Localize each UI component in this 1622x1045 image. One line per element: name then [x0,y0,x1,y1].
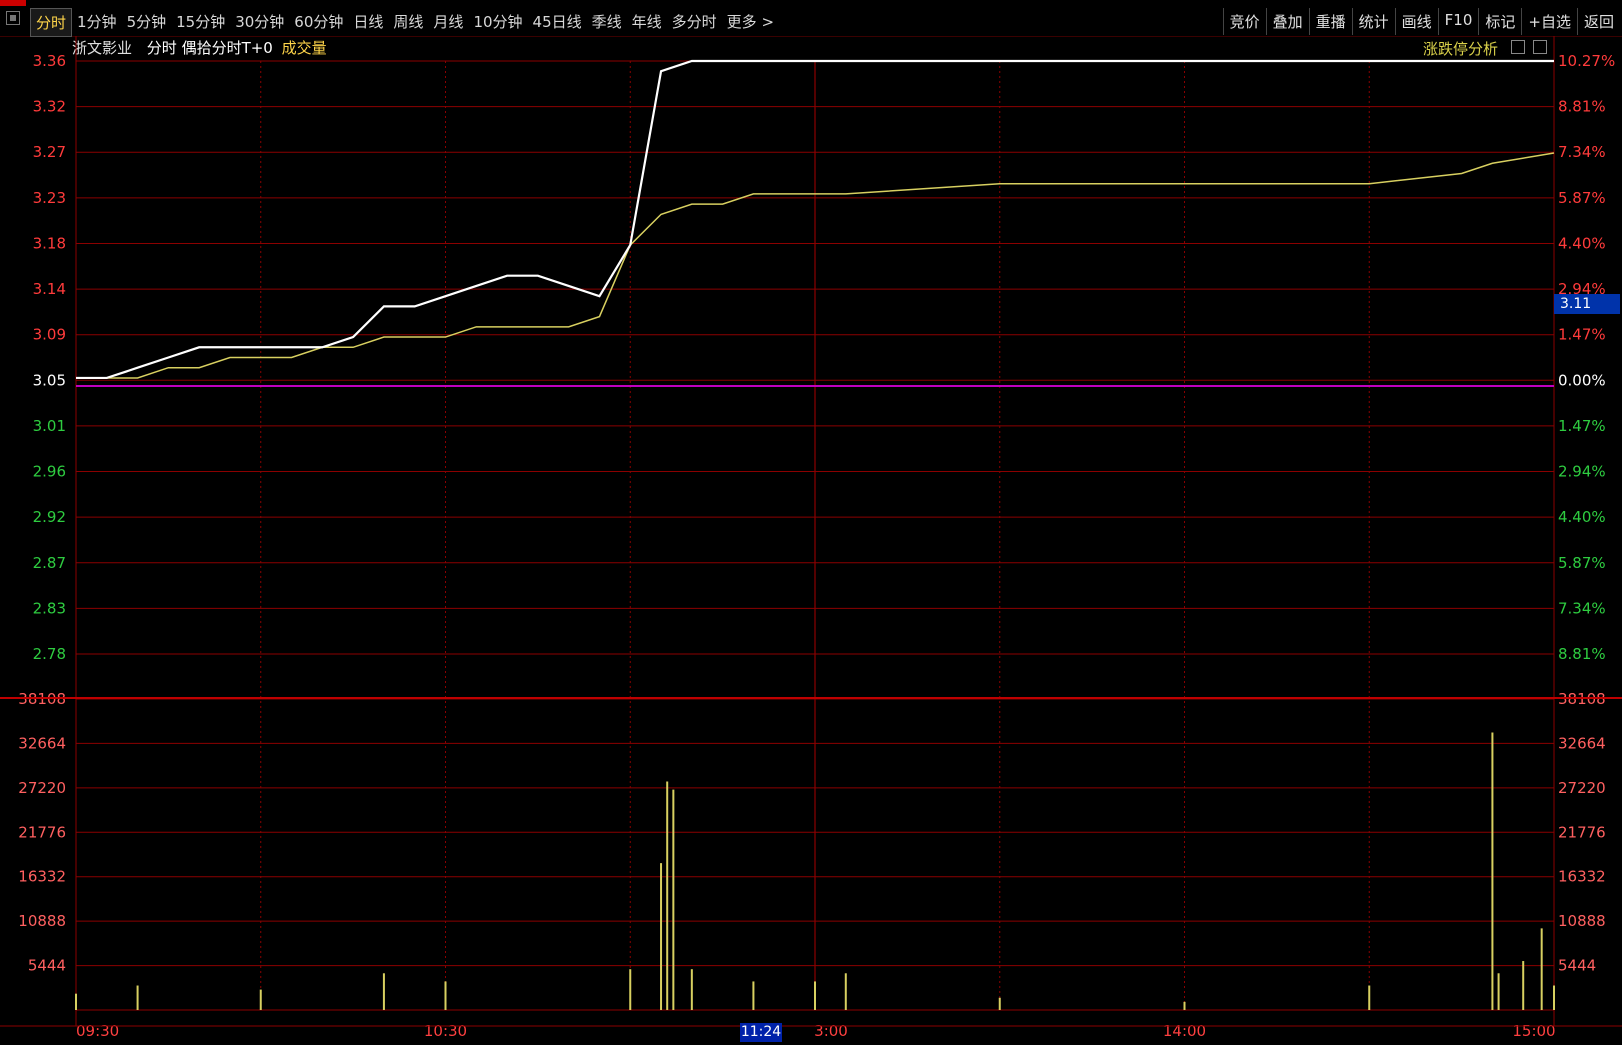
tab-yearly[interactable]: 年线 [627,8,667,37]
tab-60min[interactable]: 60分钟 [289,8,348,37]
pct-tick-label: 4.40% [1558,234,1606,252]
top-toolbar: 分时 1分钟 5分钟 15分钟 30分钟 60分钟 日线 周线 月线 10分钟 … [0,0,1622,37]
overlay-button[interactable]: 叠加 [1265,8,1309,35]
f10-button[interactable]: F10 [1437,8,1479,35]
back-button[interactable]: 返回 [1576,8,1620,35]
intraday-chart[interactable]: 3.36 10.27% 3.32 8.81% 3.27 7.34% 3.23 5.87% 3.1… [0,36,1622,1045]
cursor-price-tag: 3.11 [1554,294,1620,314]
volume-tick-label: 21776 [18,823,66,841]
price-tick-label: 2.87 [33,554,66,572]
right-toolbar: 竞价 叠加 重播 统计 画线 F10 标记 +自选 返回 [1222,8,1620,35]
tab-more[interactable]: 更多 > [722,8,779,37]
period-tabs: 分时 1分钟 5分钟 15分钟 30分钟 60分钟 日线 周线 月线 10分钟 … [30,8,779,37]
price-tick-label: 3.32 [33,98,66,116]
volume-tick-label-right: 16332 [1558,868,1606,886]
cursor-time-tag: 11:24 [740,1023,782,1042]
pct-tick-label: 1.47% [1558,417,1606,435]
price-tick-label: 3.23 [33,189,66,207]
volume-tick-label-right: 21776 [1558,823,1606,841]
tab-monthly[interactable]: 月线 [428,8,468,37]
auction-button[interactable]: 竞价 [1222,8,1266,35]
volume-tick-label-right: 32664 [1558,734,1606,752]
pct-tick-label: 10.27% [1558,52,1615,70]
price-tick-label: 3.18 [33,234,66,252]
price-tick-label: 3.01 [33,417,66,435]
time-axis-label: 15:00 [1512,1022,1555,1040]
tab-30min[interactable]: 30分钟 [230,8,289,37]
volume-tick-label-right: 10888 [1558,912,1606,930]
replay-button[interactable]: 重播 [1308,8,1352,35]
tab-weekly[interactable]: 周线 [388,8,428,37]
tab-5min[interactable]: 5分钟 [122,8,172,37]
price-tick-label: 2.92 [33,508,66,526]
tab-multi-fenshi[interactable]: 多分时 [667,8,722,37]
price-tick-label: 3.27 [33,143,66,161]
price-tick-label: 3.14 [33,280,66,298]
price-tick-label: 3.05 [33,371,66,389]
window-corner [0,0,26,6]
stats-button[interactable]: 统计 [1351,8,1395,35]
price-tick-label: 3.09 [33,326,66,344]
time-axis-label: 3:00 [814,1022,848,1040]
pct-tick-label: 1.47% [1558,326,1606,344]
volume-tick-label-right: 27220 [1558,779,1606,797]
time-axis-label: 10:30 [424,1022,467,1040]
add-watchlist-button[interactable]: +自选 [1521,8,1577,35]
draw-line-button[interactable]: 画线 [1394,8,1438,35]
time-axis-label: 14:00 [1163,1022,1206,1040]
volume-tick-label: 32664 [18,734,66,752]
price-tick-label: 2.78 [33,645,66,663]
volume-tick-label: 16332 [18,868,66,886]
price-tick-label: 3.36 [33,52,66,70]
price-tick-label: 2.96 [33,463,66,481]
pct-tick-label: 8.81% [1558,98,1606,116]
tab-45day[interactable]: 45日线 [528,8,587,37]
volume-tick-label: 5444 [28,957,66,975]
pct-tick-label: 7.34% [1558,143,1606,161]
pct-tick-label: 2.94% [1558,463,1606,481]
tab-15min[interactable]: 15分钟 [171,8,230,37]
tab-1min[interactable]: 1分钟 [72,8,122,37]
mark-button[interactable]: 标记 [1478,8,1521,35]
panel-toggle-icon[interactable] [6,11,20,25]
pct-tick-label: 7.34% [1558,599,1606,617]
price-tick-label: 2.83 [33,599,66,617]
pct-tick-label: 8.81% [1558,645,1606,663]
volume-tick-label: 27220 [18,779,66,797]
time-axis-label: 09:30 [76,1022,119,1040]
pct-tick-label: 5.87% [1558,189,1606,207]
pct-tick-label: 4.40% [1558,508,1606,526]
volume-tick-label-right: 5444 [1558,957,1596,975]
tab-quarterly[interactable]: 季线 [587,8,627,37]
tab-daily[interactable]: 日线 [348,8,388,37]
tab-10min[interactable]: 10分钟 [468,8,527,37]
pct-tick-label: 0.00% [1558,371,1606,389]
tab-fenshi[interactable]: 分时 [30,8,73,37]
volume-tick-label: 10888 [18,912,66,930]
pct-tick-label: 5.87% [1558,554,1606,572]
